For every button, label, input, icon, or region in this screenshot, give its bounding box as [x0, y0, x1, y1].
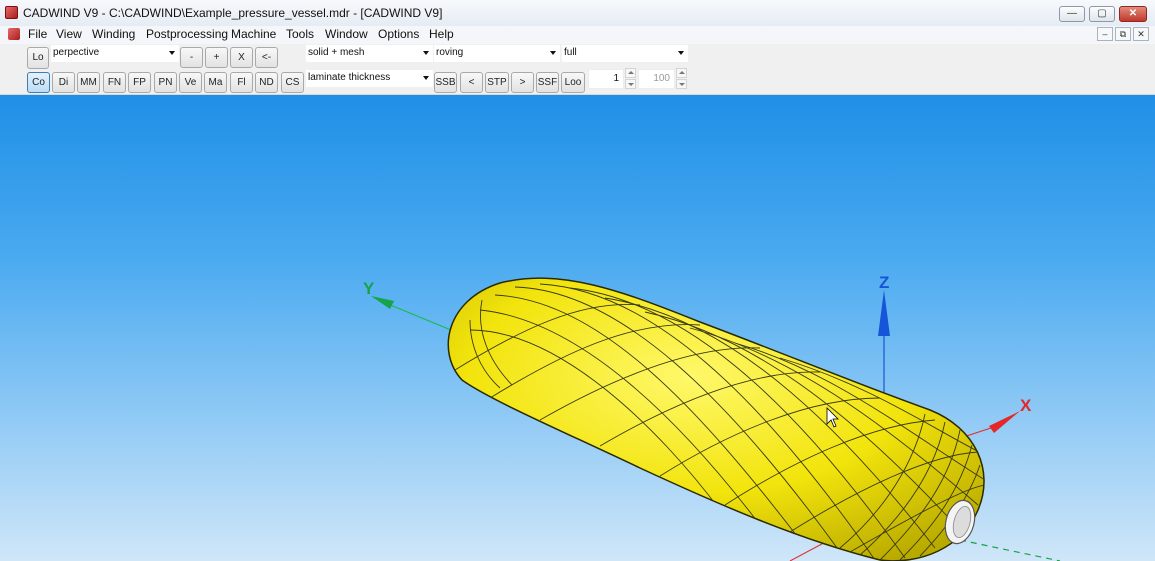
extent-dropdown[interactable]: full [562, 45, 688, 62]
z-axis-label: Z [879, 273, 889, 292]
projection-dropdown[interactable]: perpective [51, 45, 179, 62]
menu-tools[interactable]: Tools [286, 27, 314, 41]
menu-file[interactable]: File [28, 27, 47, 41]
chevron-down-icon [423, 76, 429, 80]
y-axis-label: Y [363, 279, 375, 298]
projection-value: perpective [53, 47, 100, 58]
mdi-close-button[interactable]: ✕ [1133, 27, 1149, 41]
stp-button[interactable]: STP [485, 72, 509, 93]
menu-bar: File View Winding Postprocessing Machine… [0, 26, 1155, 44]
mdi-restore-button[interactable]: ⧉ [1115, 27, 1131, 41]
mdi-minimize-button[interactable]: – [1097, 27, 1113, 41]
loop-button[interactable]: Loo [561, 72, 585, 93]
x-axis-label: X [1020, 396, 1032, 415]
menu-postprocessing[interactable]: Postprocessing [146, 27, 228, 41]
chevron-down-icon [423, 51, 429, 55]
menu-options[interactable]: Options [378, 27, 419, 41]
ma-toggle-button[interactable]: Ma [204, 72, 227, 93]
material-value: roving [436, 47, 464, 58]
chevron-down-icon [550, 51, 556, 55]
display-mode-value: laminate thickness [308, 72, 391, 83]
title-bar: CADWIND V9 - C:\CADWIND\Example_pressure… [0, 0, 1155, 27]
lo-button[interactable]: Lo [27, 47, 49, 69]
material-dropdown[interactable]: roving [434, 45, 560, 62]
toolbar: Lo perpective - + X <- solid + mesh rovi… [0, 44, 1155, 95]
di-toggle-button[interactable]: Di [52, 72, 75, 93]
fl-toggle-button[interactable]: Fl [230, 72, 253, 93]
fp-toggle-button[interactable]: FP [128, 72, 151, 93]
viewport-canvas[interactable]: Y X Z [0, 95, 1155, 561]
menu-help[interactable]: Help [429, 27, 454, 41]
cs-toggle-button[interactable]: CS [281, 72, 304, 93]
back-view-button[interactable]: <- [255, 47, 278, 68]
mm-toggle-button[interactable]: MM [77, 72, 100, 93]
z-axis-arrow-icon [878, 290, 890, 336]
window-controls: — ▢ ✕ [1059, 6, 1147, 22]
step-forward-button[interactable]: > [511, 72, 534, 93]
y-axis-arrow-icon [371, 296, 394, 309]
menu-view[interactable]: View [56, 27, 82, 41]
render-mode-value: solid + mesh [308, 47, 365, 58]
menu-window[interactable]: Window [325, 27, 368, 41]
layer-spinner-input[interactable]: 1 [588, 69, 624, 89]
spin-down-icon [676, 79, 687, 89]
ve-toggle-button[interactable]: Ve [179, 72, 202, 93]
max-layer-input: 100 [638, 69, 675, 89]
reset-view-button[interactable]: X [230, 47, 253, 68]
maximize-button[interactable]: ▢ [1089, 6, 1115, 22]
step-back-button[interactable]: < [460, 72, 483, 93]
menu-winding[interactable]: Winding [92, 27, 135, 41]
nd-toggle-button[interactable]: ND [255, 72, 278, 93]
pressure-vessel-model[interactable] [447, 277, 985, 561]
close-button[interactable]: ✕ [1119, 6, 1147, 22]
x-axis-arrow-icon [989, 411, 1020, 433]
fn-toggle-button[interactable]: FN [103, 72, 126, 93]
zoom-out-button[interactable]: - [180, 47, 203, 68]
layer-spinner-arrows[interactable] [625, 68, 636, 90]
chevron-down-icon [678, 51, 684, 55]
menu-machine[interactable]: Machine [231, 27, 276, 41]
extent-value: full [564, 47, 577, 58]
3d-viewport[interactable]: Y X Z [0, 95, 1155, 561]
zoom-in-button[interactable]: + [205, 47, 228, 68]
spin-down-icon[interactable] [625, 79, 636, 89]
co-toggle-button[interactable]: Co [27, 72, 50, 93]
mdi-controls: – ⧉ ✕ [1097, 27, 1149, 41]
ssf-button[interactable]: SSF [536, 72, 559, 93]
y-axis-dashed [959, 539, 1061, 561]
document-icon[interactable] [8, 28, 20, 40]
pn-toggle-button[interactable]: PN [154, 72, 177, 93]
app-icon[interactable] [5, 6, 18, 19]
window-title: CADWIND V9 - C:\CADWIND\Example_pressure… [23, 6, 443, 20]
max-layer-arrows [676, 68, 687, 90]
spin-up-icon[interactable] [625, 68, 636, 78]
chevron-down-icon [169, 51, 175, 55]
ssb-button[interactable]: SSB [434, 72, 457, 93]
render-mode-dropdown[interactable]: solid + mesh [306, 45, 433, 62]
display-mode-dropdown[interactable]: laminate thickness [306, 70, 433, 87]
minimize-button[interactable]: — [1059, 6, 1085, 22]
spin-up-icon [676, 68, 687, 78]
